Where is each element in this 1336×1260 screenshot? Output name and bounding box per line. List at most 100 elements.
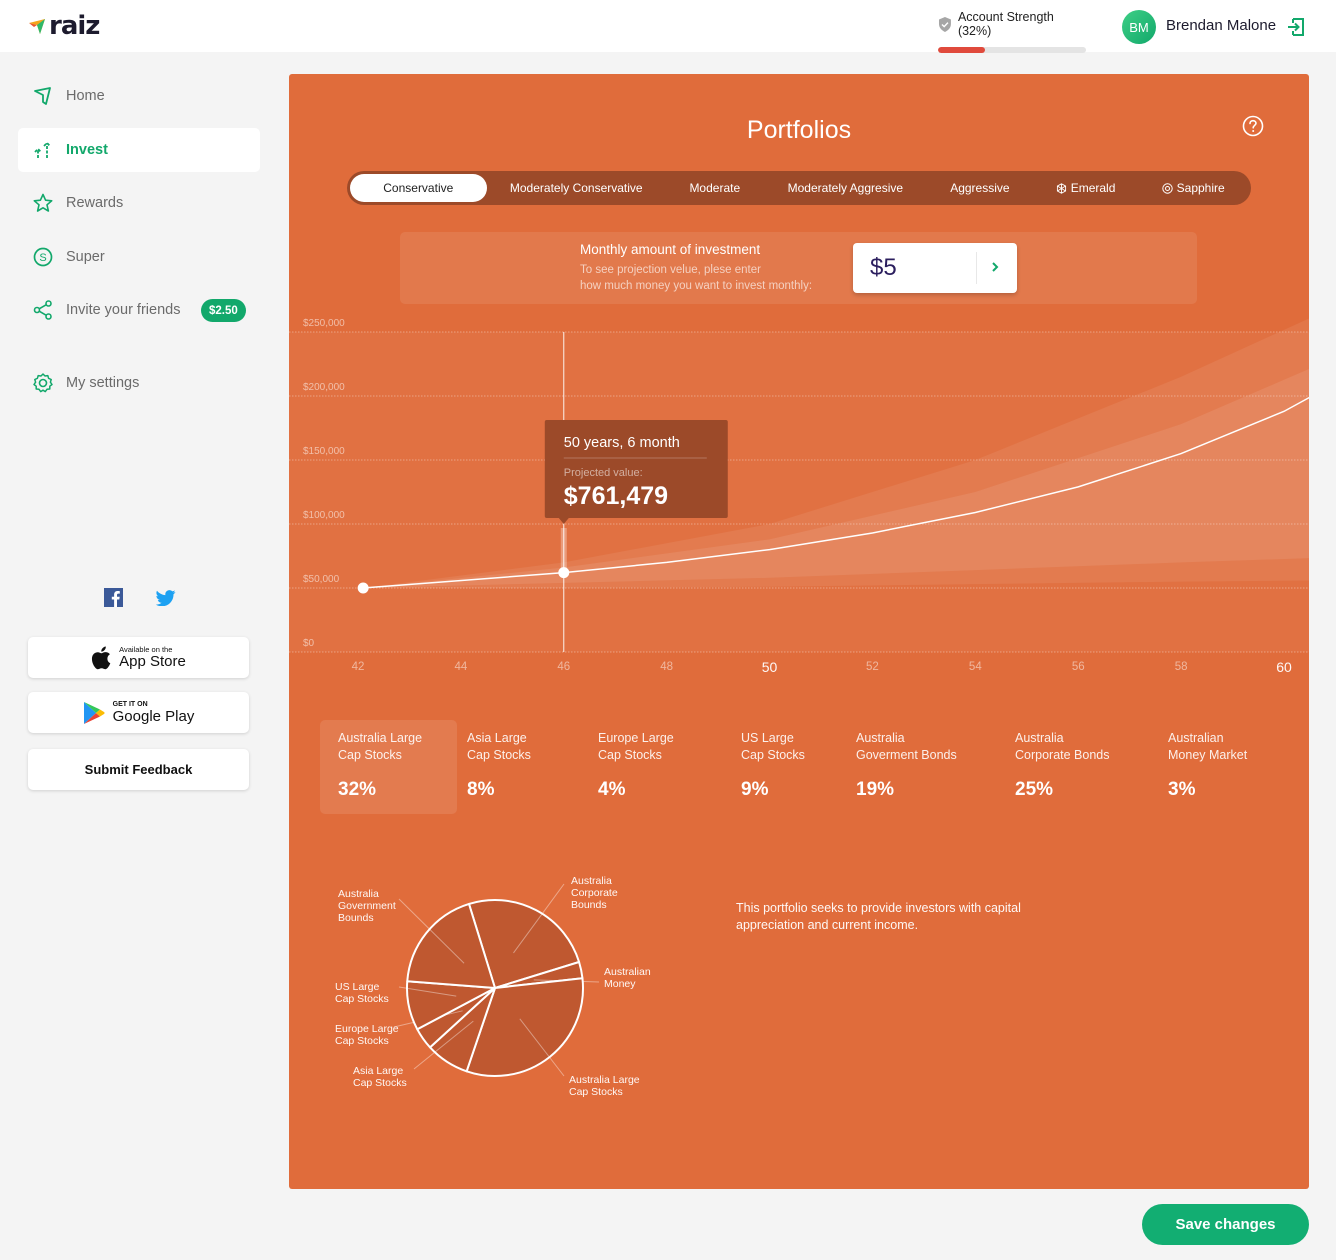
submit-amount-button[interactable] (989, 259, 1001, 280)
allocation-name-line: Cap Stocks (467, 748, 531, 762)
home-icon (33, 86, 53, 106)
tab-label: Emerald (1070, 181, 1116, 195)
allocation-percent: 4% (598, 779, 626, 800)
pie-label-line: Australia (571, 875, 612, 887)
projection-tooltip: 50 years, 6 month Projected value: $761,47… (544, 420, 728, 524)
facebook-icon[interactable] (104, 588, 123, 612)
hint-line: To see projection velue, plese enter (580, 264, 761, 276)
allocation-name-line: Australia Large (338, 731, 423, 745)
google-play-icon (83, 701, 105, 724)
sapphire-icon (1161, 182, 1173, 194)
allocation-item[interactable]: Asia Large Cap Stocks 8% (467, 720, 597, 814)
google-play-big-text: Google Play (112, 708, 195, 725)
submit-feedback-button[interactable]: Submit Feedback (28, 749, 249, 790)
sidebar-item-label: Rewards (66, 195, 124, 211)
pie-label-line: Europe Large (335, 1023, 399, 1035)
super-dollar-icon: S (33, 247, 53, 267)
tooltip-label: Projected value: (564, 467, 643, 479)
pie-label-line: Asia Large (353, 1065, 403, 1077)
allocation-name-line: Australia (1015, 731, 1064, 745)
monthly-investment-hint: To see projection velue, plese enter how… (580, 262, 850, 294)
emerald-icon (1056, 182, 1066, 194)
allocation-item[interactable]: Australia Goverment Bonds 19% (856, 720, 986, 814)
allocation-item[interactable]: Europe Large Cap Stocks 4% (598, 720, 728, 814)
monthly-amount-input[interactable]: $5 (853, 243, 1017, 293)
x-tick-label: 50 (762, 659, 778, 675)
sidebar-item-label: Invite your friends (66, 302, 181, 318)
allocation-percent: 32% (338, 779, 377, 800)
pie-label-line: Government (338, 900, 396, 912)
share-icon (33, 300, 53, 320)
y-tick-label: $0 (303, 638, 315, 649)
allocation-name-line: Cap Stocks (338, 748, 402, 762)
allocation-item[interactable]: Australia Large Cap Stocks 32% (320, 720, 457, 814)
logo-text: raiz (49, 11, 100, 41)
logout-button[interactable] (1286, 17, 1306, 42)
pie-label-line: Cap Stocks (335, 1035, 389, 1047)
cursor-highlight (560, 528, 567, 573)
allocation-name: US Large Cap Stocks (741, 730, 805, 764)
raiz-logo[interactable]: raiz (28, 11, 100, 41)
allocation-item[interactable]: US Large Cap Stocks 9% (741, 720, 871, 814)
allocation-name-line: Europe Large (598, 731, 674, 745)
shield-icon (938, 16, 951, 32)
y-tick-label: $200,000 (303, 382, 345, 393)
x-tick-label: 60 (1276, 659, 1292, 675)
chevron-right-icon (992, 262, 999, 272)
allocation-name: Australia Large Cap Stocks (338, 730, 422, 764)
pie-label-line: Money (604, 978, 636, 990)
allocation-item[interactable]: Australian Money Market 3% (1168, 720, 1298, 814)
tab-conservative[interactable]: Conservative (350, 174, 487, 202)
sidebar-item-label: Super (66, 248, 105, 265)
y-tick-label: $50,000 (303, 574, 340, 585)
app-store-big-text: App Store (119, 653, 186, 670)
allocation-percent: 3% (1168, 779, 1196, 800)
x-tick-label: 58 (1175, 661, 1188, 673)
tooltip-value: $761,479 (564, 482, 668, 510)
monthly-amount-value[interactable]: $5 (870, 254, 897, 282)
pie-label-line: US Large (335, 981, 380, 993)
pie-label: Australia Government Bounds (338, 888, 396, 924)
x-tick-label: 42 (352, 661, 365, 673)
allocation-item[interactable]: Australia Corporate Bonds 25% (1015, 720, 1145, 814)
social-links (104, 588, 176, 612)
tab-aggressive[interactable]: Aggressive (927, 174, 1033, 202)
logo-mark-icon (29, 19, 45, 34)
sidebar-item-invite-friends[interactable]: Invite your friends $2.50 (18, 288, 260, 332)
x-tick-label: 56 (1072, 661, 1085, 673)
sidebar-item-home[interactable]: Home (18, 74, 260, 118)
monthly-investment-panel: Monthly amount of investment To see proj… (400, 232, 1197, 304)
pie-label-line: Australian (604, 966, 651, 978)
save-changes-button[interactable]: Save changes (1142, 1204, 1309, 1245)
avatar[interactable]: BM (1122, 10, 1156, 44)
tab-label: Moderately Conservative (509, 181, 643, 195)
help-button[interactable] (1242, 115, 1264, 142)
sidebar-item-super[interactable]: S Super (18, 235, 260, 279)
tab-emerald[interactable]: Emerald (1033, 174, 1139, 202)
sidebar-item-invest[interactable]: Invest (18, 127, 260, 172)
tab-moderately-conservative[interactable]: Moderately Conservative (487, 174, 666, 202)
pie-label-line: Cap Stocks (335, 993, 389, 1005)
tab-label: Moderate (689, 181, 741, 195)
hint-line: how much money you want to invest monthl… (580, 280, 813, 292)
user-name[interactable]: Brendan Malone (1166, 17, 1276, 34)
account-strength-fill (938, 47, 986, 53)
x-tick-label: 54 (969, 661, 982, 673)
projection-chart[interactable]: $0 $50,000 $100,000 $150,000 $200,000 $250,00… (289, 314, 1309, 684)
tab-sapphire[interactable]: Sapphire (1138, 174, 1248, 202)
pie-label: Australia Corporate Bounds (571, 875, 618, 911)
allocation-name: Australian Money Market (1168, 730, 1247, 764)
sidebar-item-settings[interactable]: My settings (18, 361, 260, 405)
tab-moderate[interactable]: Moderate (666, 174, 764, 202)
google-play-button[interactable]: GET IT ON Google Play (28, 692, 249, 733)
monthly-investment-title: Monthly amount of investment (580, 242, 761, 257)
account-strength[interactable]: Account Strength (32%) (938, 10, 1090, 53)
twitter-icon[interactable] (155, 589, 176, 611)
allocation-name: Europe Large Cap Stocks (598, 730, 674, 764)
tab-moderately-aggressive[interactable]: Moderately Aggresive (764, 174, 927, 202)
pie-label: Australian Money (604, 966, 651, 990)
pie-label: Asia Large Cap Stocks (353, 1065, 407, 1089)
app-store-button[interactable]: Available on the App Store (28, 637, 249, 678)
sidebar-item-rewards[interactable]: Rewards (18, 181, 260, 225)
allocation-percent: 19% (856, 779, 895, 800)
